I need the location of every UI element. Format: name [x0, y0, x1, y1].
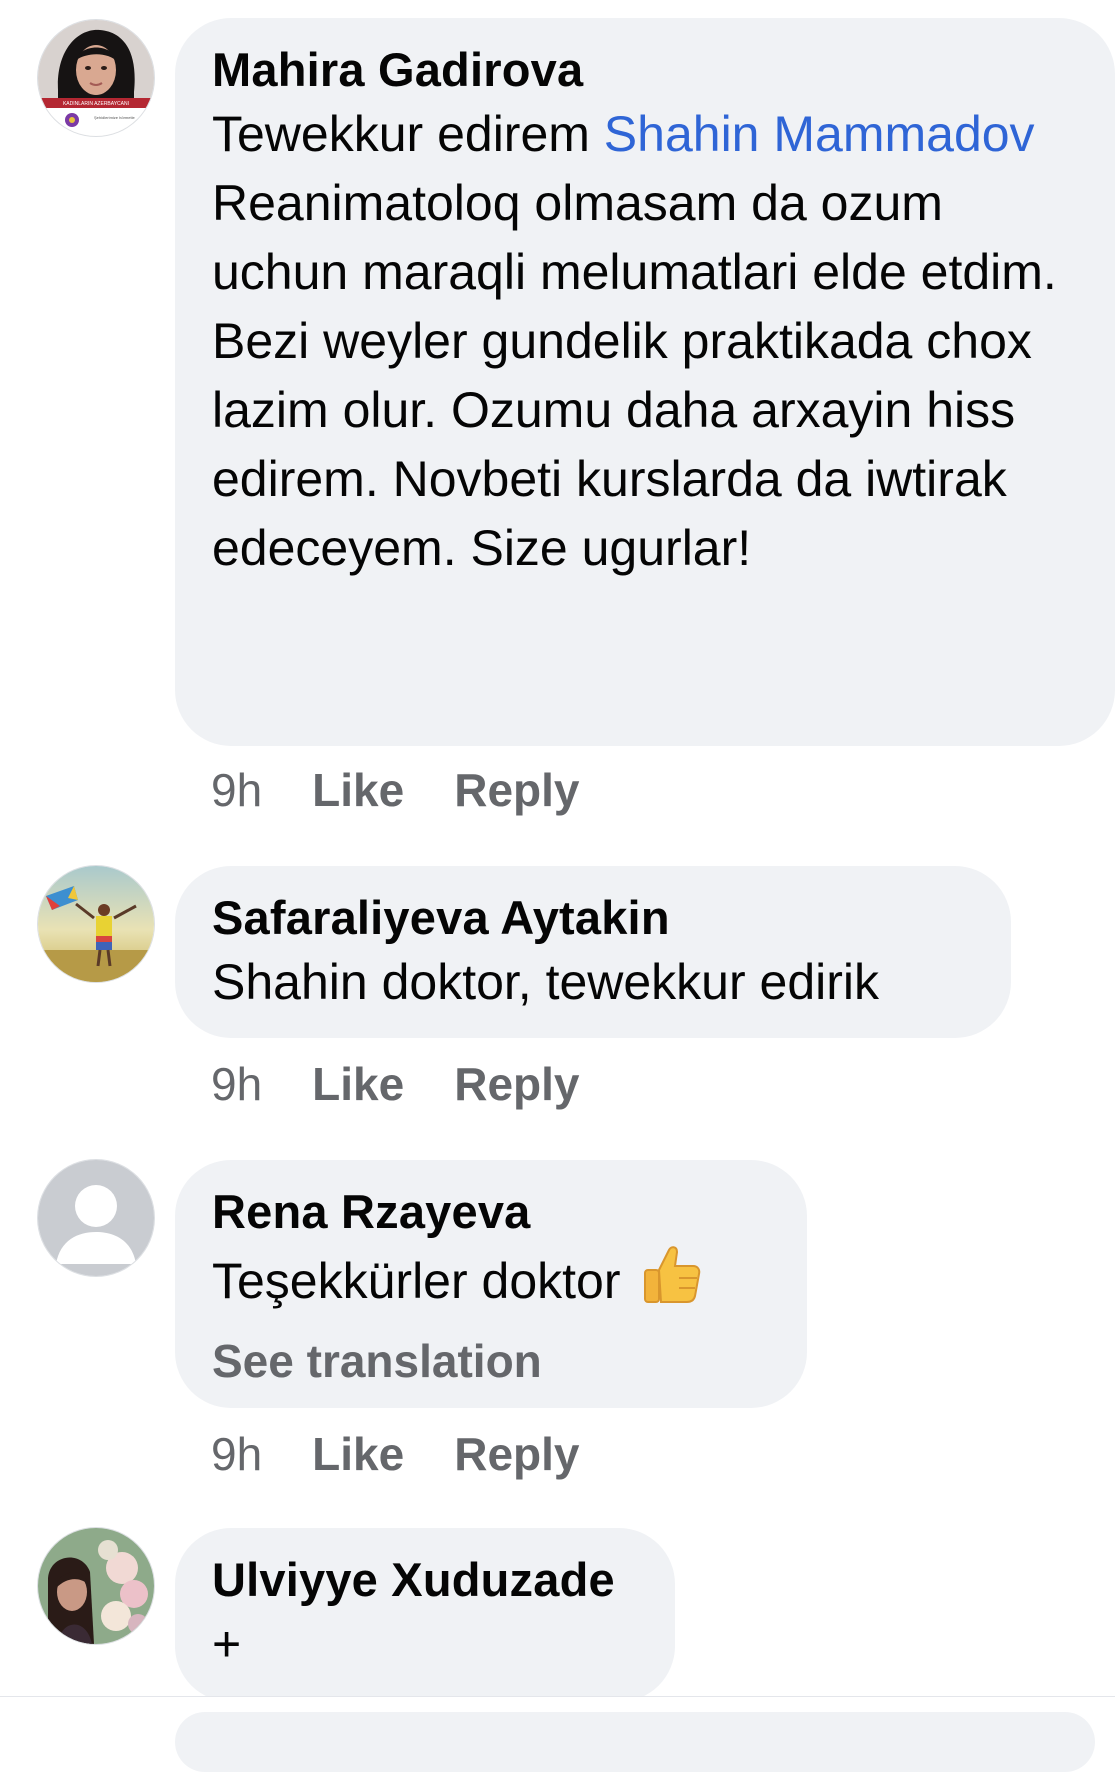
comment-text: Tewekkur edirem Shahin Mammadov Reanimato… [212, 106, 1057, 576]
mention-link[interactable]: Shahin Mammadov [604, 106, 1035, 162]
comment-author-name[interactable]: Safaraliyeva Aytakin [212, 888, 973, 948]
write-comment-input[interactable] [175, 1712, 1095, 1772]
avatar[interactable] [38, 866, 154, 982]
comment-bubble: Ulviyye Xuduzade + [175, 1528, 675, 1702]
reply-button[interactable]: Reply [454, 1056, 579, 1112]
comment-author-name[interactable]: Mahira Gadirova [212, 40, 1077, 100]
avatar[interactable] [38, 1160, 154, 1276]
profile-photo-icon [38, 1528, 154, 1644]
comment-timestamp[interactable]: 9h [211, 1056, 262, 1112]
comment-actions: 9h Like Reply [211, 762, 579, 818]
comment-text: + [212, 1616, 242, 1672]
comment-text: Teşekkürler doktor [212, 1242, 769, 1324]
comment-bubble: Mahira Gadirova Tewekkur edirem Shahin M… [175, 18, 1115, 746]
comment-actions: 9h Like Reply [211, 1056, 579, 1112]
svg-text:KADINLARIN AZERBAYCANI: KADINLARIN AZERBAYCANI [63, 101, 129, 107]
comment-bubble: Rena Rzayeva Teşekkürler doktor See tran… [175, 1160, 807, 1408]
avatar[interactable]: KADINLARIN AZERBAYCANI Şehidlerimize hör… [38, 20, 154, 136]
comment-timestamp[interactable]: 9h [211, 1426, 262, 1482]
comment-timestamp[interactable]: 9h [211, 762, 262, 818]
svg-text:Şehidlerimize hörmetle: Şehidlerimize hörmetle [94, 115, 135, 120]
like-button[interactable]: Like [312, 762, 404, 818]
see-translation-link[interactable]: See translation [212, 1328, 769, 1394]
comment-author-name[interactable]: Rena Rzayeva [212, 1182, 769, 1242]
reply-button[interactable]: Reply [454, 762, 579, 818]
like-button[interactable]: Like [312, 1056, 404, 1112]
profile-photo-icon [38, 866, 154, 982]
default-avatar-icon [38, 1160, 154, 1276]
comment-text: Shahin doktor, tewekkur edirik [212, 954, 880, 1010]
profile-photo-icon: KADINLARIN AZERBAYCANI Şehidlerimize hör… [38, 20, 154, 136]
avatar[interactable] [38, 1528, 154, 1644]
thumbs-up-icon [639, 1242, 703, 1324]
reply-button[interactable]: Reply [454, 1426, 579, 1482]
comment-bubble: Safaraliyeva Aytakin Shahin doktor, tewe… [175, 866, 1011, 1038]
like-button[interactable]: Like [312, 1426, 404, 1482]
comment-actions: 9h Like Reply [211, 1426, 579, 1482]
comment-author-name[interactable]: Ulviyye Xuduzade [212, 1550, 637, 1610]
